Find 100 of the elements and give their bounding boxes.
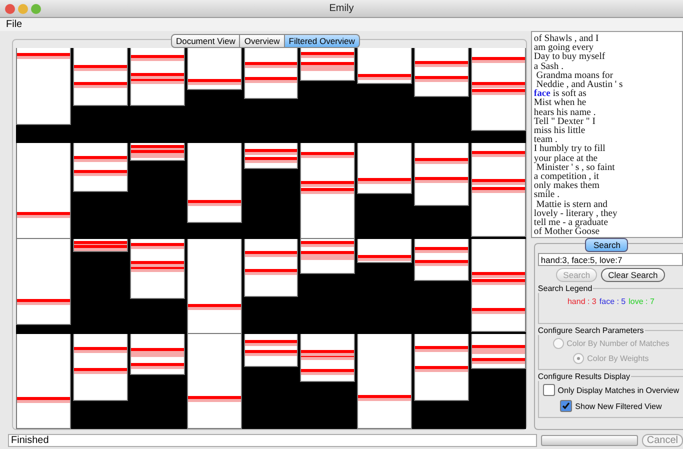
- text-line: hears his name .: [534, 108, 597, 117]
- text-line: a Sash .: [534, 62, 564, 71]
- match-line: [188, 78, 240, 82]
- text-line: Tell " Dexter " I: [534, 116, 596, 126]
- match-line: [244, 149, 298, 152]
- clear-search-button[interactable]: Clear Search: [601, 268, 665, 282]
- match-line: [130, 242, 184, 246]
- match-line: [244, 62, 298, 65]
- match-line: [472, 279, 525, 282]
- group-title: Configure Search Parameters: [536, 326, 645, 335]
- document-page[interactable]: [471, 334, 526, 370]
- text-line: am going every: [534, 43, 594, 52]
- match-line: [74, 156, 127, 159]
- match-line: [472, 150, 525, 154]
- match-line: [415, 247, 468, 250]
- match-line: [244, 77, 298, 80]
- match-line: [244, 340, 298, 343]
- text-line: of Shawls , and I: [534, 34, 600, 44]
- text-line: Minister ' s , so faint: [536, 162, 616, 172]
- document-page[interactable]: [357, 48, 412, 84]
- match-line: [74, 368, 127, 371]
- radio-label: Color By Number of Matches: [566, 339, 670, 348]
- match-line: [301, 368, 354, 372]
- match-line: [301, 188, 354, 192]
- match-line: [472, 358, 525, 362]
- text-line: Mattie is stern and: [536, 200, 608, 209]
- status-field: Finished: [8, 434, 538, 447]
- match-line: [188, 396, 240, 399]
- view-tab[interactable]: Document View: [170, 34, 240, 48]
- text-line: team .: [534, 135, 558, 144]
- menu-item[interactable]: File: [3, 19, 26, 30]
- match-line: [472, 88, 525, 92]
- checkbox[interactable]: [542, 384, 555, 396]
- group-title: Configure Results Display: [536, 372, 631, 381]
- text-line: miss his little: [534, 126, 586, 136]
- close-icon[interactable]: [5, 4, 15, 14]
- match-line: [74, 347, 127, 350]
- match-line: [301, 240, 354, 244]
- document-page[interactable]: [300, 334, 356, 382]
- text-line: face is soft as: [534, 89, 588, 98]
- match-line: [472, 82, 525, 86]
- match-line: [244, 350, 298, 353]
- match-line: [188, 200, 240, 204]
- match-line: [244, 268, 298, 272]
- checkmark-checkbox[interactable]: [560, 400, 572, 412]
- match-line: [188, 304, 240, 307]
- text-line: of Mother Goose: [534, 227, 600, 236]
- checkbox-label: Show New Filtered View: [575, 402, 662, 410]
- document-page[interactable]: [300, 48, 356, 82]
- match-line: [17, 298, 70, 302]
- document-page[interactable]: [130, 143, 185, 162]
- text-line: Neddie , and Austin ' s: [536, 80, 624, 90]
- document-page[interactable]: [414, 238, 470, 282]
- match-line: [472, 179, 525, 182]
- match-line: [130, 144, 184, 148]
- match-line: [415, 366, 468, 370]
- document-page[interactable]: [244, 238, 298, 297]
- match-line: [358, 178, 412, 182]
- view-tab[interactable]: Overview: [240, 34, 285, 48]
- legend-item: hand : 3: [567, 297, 596, 306]
- text-line: Mist when he: [534, 98, 588, 108]
- match-line: [415, 177, 468, 180]
- match-line: [472, 272, 525, 275]
- text-line: Day to buy myself: [534, 52, 606, 62]
- document-page[interactable]: [244, 334, 298, 368]
- legend-item: love : 7: [628, 297, 654, 306]
- search-tab[interactable]: Search: [585, 238, 628, 252]
- document-page[interactable]: [414, 334, 470, 402]
- view-tab[interactable]: Filtered Overview: [284, 34, 360, 48]
- match-line: [301, 180, 354, 184]
- document-page[interactable]: [357, 238, 412, 264]
- match-line: [415, 60, 468, 64]
- match-line: [472, 57, 525, 60]
- match-line: [415, 260, 468, 264]
- match-line: [130, 260, 184, 264]
- match-line: [17, 52, 70, 56]
- match-line: [17, 396, 70, 400]
- text-line: only makes them: [534, 181, 600, 190]
- match-line: [358, 74, 412, 78]
- match-line: [244, 157, 298, 160]
- document-page[interactable]: [72, 334, 128, 402]
- window-title: Emily: [329, 3, 354, 14]
- match-line: [301, 152, 354, 155]
- match-line: [244, 251, 298, 254]
- document-page[interactable]: [130, 334, 185, 375]
- document-page[interactable]: [72, 238, 128, 252]
- text-line: lovely - literary , they: [534, 208, 618, 218]
- match-line: [358, 254, 412, 258]
- legend-item: face : 5: [599, 297, 626, 306]
- match-line: [472, 308, 525, 311]
- text-line: Grandma moans for: [535, 70, 614, 80]
- match-line: [301, 62, 354, 65]
- match-line: [415, 76, 468, 79]
- search-field[interactable]: hand:3, face:5, love:7: [538, 253, 683, 266]
- match-line: [130, 266, 184, 269]
- radio-label: Color By Weights: [587, 354, 649, 363]
- match-line: [74, 82, 127, 86]
- text-line: tell me - a graduate: [534, 218, 608, 228]
- checkbox-label: Only Display Matches in Overview: [558, 386, 680, 394]
- match-line: [415, 346, 468, 349]
